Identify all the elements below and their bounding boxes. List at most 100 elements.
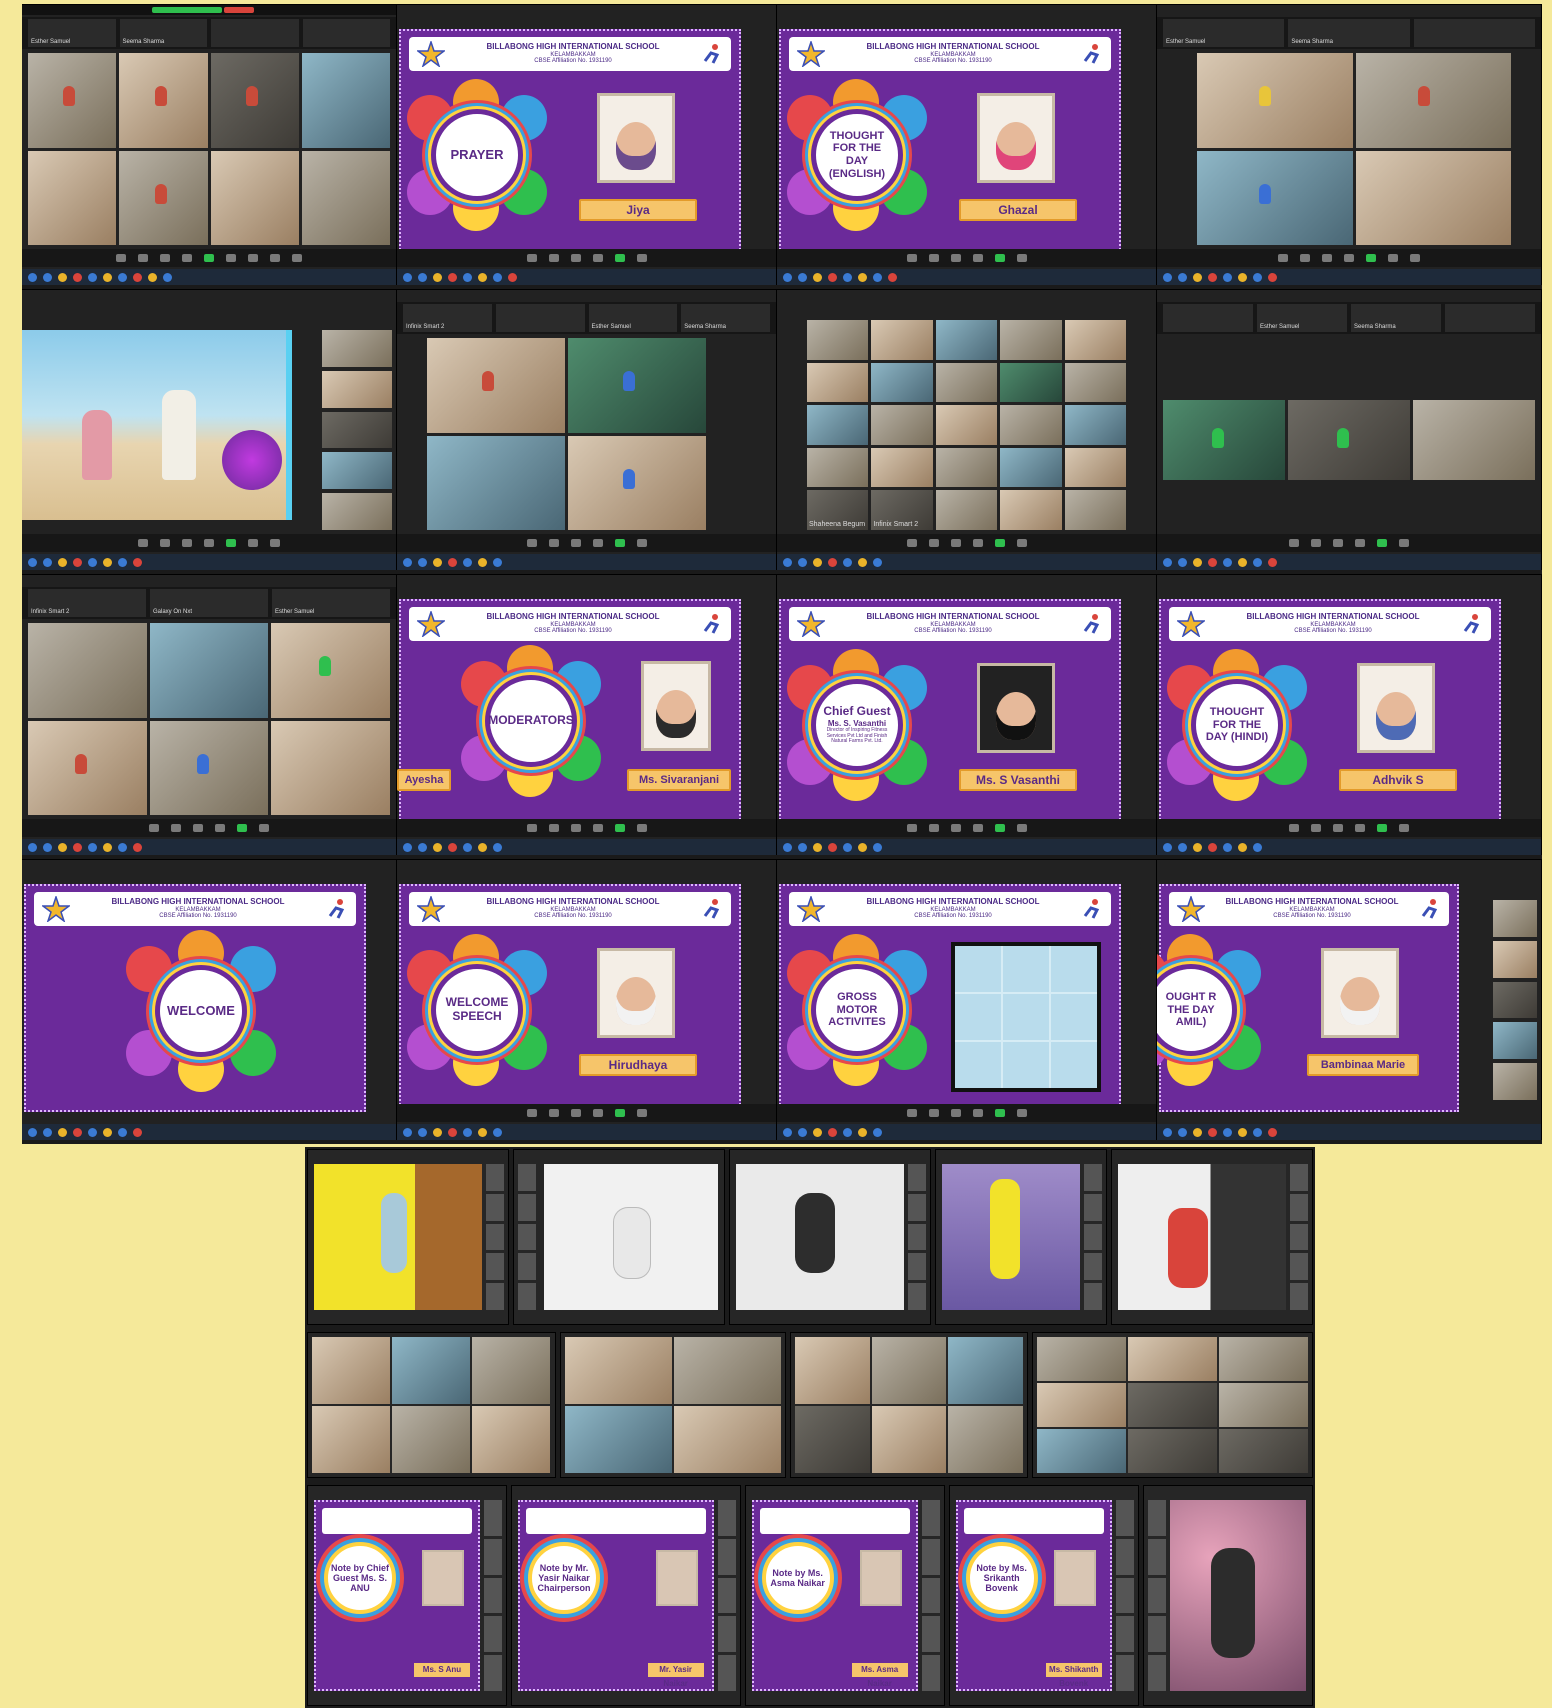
zoom-toolbar [22, 819, 396, 837]
beach-share-tile [22, 290, 397, 570]
video-grid [28, 53, 390, 245]
speaker-tile [729, 1149, 931, 1325]
slide: BILLABONG HIGH INTERNATIONAL SCHOOL KELAM… [779, 29, 1121, 257]
bottom-row-speakers [305, 1147, 1315, 1327]
note-tile: Note by Chief Guest Ms. S. ANU Ms. S Anu [307, 1485, 507, 1706]
slide-title: MODERATORS [485, 675, 577, 767]
rainbow-flower: OUGHT R THE DAY AMIL) [1157, 934, 1261, 1086]
bottom-row-activities [305, 1330, 1315, 1480]
student-name: Ghazal [959, 199, 1077, 221]
slide-title: GROSS MOTOR ACTIVITES [811, 964, 903, 1056]
student-photo [1321, 948, 1399, 1038]
chief-guest-name: Ms. S Vasanthi [959, 769, 1077, 791]
note-title: Note by Chief Guest Ms. S. ANU [324, 1542, 396, 1614]
video-grid [1163, 400, 1535, 480]
mini-slide: Note by Chief Guest Ms. S. ANU Ms. S Anu [314, 1500, 480, 1691]
slide: BILLABONG HIGH INTERNATIONAL SCHOOL KELAM… [779, 599, 1121, 827]
note-name: Ms. Asma Naikar [851, 1663, 908, 1688]
video-grid [427, 338, 706, 530]
slide-tile-prayer: BILLABONG HIGH INTERNATIONAL SCHOOL KELAM… [397, 5, 777, 285]
speaker-tile [307, 1149, 509, 1325]
zoom-gallery-tile: Esther Samuel Seema Sharma [1157, 5, 1542, 285]
participant-sidebar [322, 330, 392, 530]
slide: BILLABONG HIGH INTERNATIONAL SCHOOL KELAM… [397, 599, 741, 827]
zoom-gallery-tile: Infinix Smart 2 Galaxy On Nxt Esther Samue… [22, 575, 397, 855]
zoom-toolbar [22, 534, 396, 552]
video-grid: Shaheena Begum Infinix Smart 2 [807, 320, 1126, 530]
speaker-tile [1111, 1149, 1313, 1325]
taskbar [397, 269, 776, 285]
slide: BILLABONG HIGH INTERNATIONAL SCHOOL KELAM… [399, 29, 741, 257]
taskbar [397, 1124, 776, 1140]
taskbar [22, 269, 396, 285]
taskbar [777, 1124, 1156, 1140]
zoom-gallery-tile: Shaheena Begum Infinix Smart 2 [777, 290, 1157, 570]
slide-tile-thought-tamil: BILLABONG HIGH INTERNATIONAL SCHOOL KELAM… [1157, 860, 1542, 1140]
runner-logo-icon [1083, 44, 1100, 64]
slide-tile-welcome: BILLABONG HIGH INTERNATIONAL SCHOOL KELAM… [22, 860, 397, 1140]
bottom-screenshots-collage: Note by Chief Guest Ms. S. ANU Ms. S Anu … [305, 1147, 1315, 1708]
note-name: Ms. Shikanth Bovenk [1045, 1663, 1102, 1688]
rainbow-flower: THOUGHT FOR THE DAY (HINDI) [1167, 649, 1307, 801]
star-logo-icon [415, 609, 447, 639]
taskbar [777, 554, 1156, 570]
note-name: Ms. S Anu [413, 1663, 470, 1677]
school-header: BILLABONG HIGH INTERNATIONAL SCHOOL KELAM… [409, 37, 731, 71]
participant-strip: Esther Samuel Seema Sharma [22, 17, 396, 49]
star-logo-icon [1175, 894, 1207, 924]
participant-strip: Infinix Smart 2 Galaxy On Nxt Esther Samue… [22, 587, 396, 619]
runner-logo-icon [1463, 614, 1480, 634]
student-name: Hirudhaya [579, 1054, 697, 1076]
runner-logo-icon [703, 614, 720, 634]
slide-tile-moderators: BILLABONG HIGH INTERNATIONAL SCHOOL KELAM… [397, 575, 777, 855]
moderator-name: Ms. Sivaranjani [627, 769, 731, 791]
slide: BILLABONG HIGH INTERNATIONAL SCHOOL KELAM… [399, 884, 741, 1112]
star-logo-icon [415, 894, 447, 924]
speaker-tile [513, 1149, 725, 1325]
zoom-toolbar [397, 249, 776, 267]
participant-sidebar [1493, 900, 1537, 1100]
activity-grid [1031, 1332, 1313, 1478]
taskbar [397, 839, 776, 855]
video-grid [28, 623, 390, 815]
taskbar [22, 554, 396, 570]
student-photo [1357, 663, 1435, 753]
runner-logo-icon [328, 899, 345, 919]
mini-slide: Note by Mr. Yasir Naikar Chairperson Mr. … [517, 1500, 714, 1691]
rainbow-flower: WELCOME SPEECH [407, 934, 547, 1086]
star-logo-icon [795, 894, 827, 924]
slide-tile-chief-guest: BILLABONG HIGH INTERNATIONAL SCHOOL KELAM… [777, 575, 1157, 855]
activity-grid [790, 1332, 1028, 1478]
runner-logo-icon [1421, 899, 1438, 919]
zoom-toolbar [397, 1104, 776, 1122]
student-name: Bambinaa Marie [1307, 1054, 1419, 1076]
rainbow-flower: Chief Guest Ms. S. Vasanthi Director of … [787, 649, 927, 801]
star-logo-icon [40, 894, 72, 924]
school-header: BILLABONG HIGH INTERNATIONAL SCHOOL KELAM… [789, 892, 1111, 926]
participant-strip: Esther Samuel Seema Sharma [1157, 17, 1541, 49]
note-title: Note by Mr. Yasir Naikar Chairperson [527, 1542, 600, 1614]
runner-logo-icon [703, 899, 720, 919]
school-header: BILLABONG HIGH INTERNATIONAL SCHOOL KELAM… [409, 892, 731, 926]
zoom-toolbar [777, 819, 1156, 837]
student-photo [597, 948, 675, 1038]
collage-row-4: BILLABONG HIGH INTERNATIONAL SCHOOL KELAM… [22, 859, 1542, 1140]
participant-strip: Infinix Smart 2 Esther Samuel Seema Sharma [397, 302, 776, 334]
slide-title: Chief Guest [823, 703, 891, 718]
runner-logo-icon [1083, 899, 1100, 919]
note-name: Mr. Yasir Naikar [647, 1663, 704, 1688]
student-photo [597, 93, 675, 183]
zoom-toolbar [397, 819, 776, 837]
rainbow-flower: GROSS MOTOR ACTIVITES [787, 934, 927, 1086]
chief-guest-photo [977, 663, 1055, 753]
zoom-gallery-tile: Esther Samuel Seema Sharma [22, 5, 397, 285]
note-tile: Note by Ms. Srikanth Bovenk Ms. Shikanth … [948, 1485, 1139, 1706]
note-title: Note by Ms. Asma Naikar [761, 1542, 834, 1614]
collage-row-3: Infinix Smart 2 Galaxy On Nxt Esther Samue… [22, 574, 1542, 855]
taskbar [777, 839, 1156, 855]
slide: BILLABONG HIGH INTERNATIONAL SCHOOL KELAM… [1159, 599, 1501, 827]
star-logo-icon [795, 609, 827, 639]
star-logo-icon [795, 39, 827, 69]
student-name: Adhvik S [1339, 769, 1457, 791]
activity-grid [307, 1332, 556, 1478]
